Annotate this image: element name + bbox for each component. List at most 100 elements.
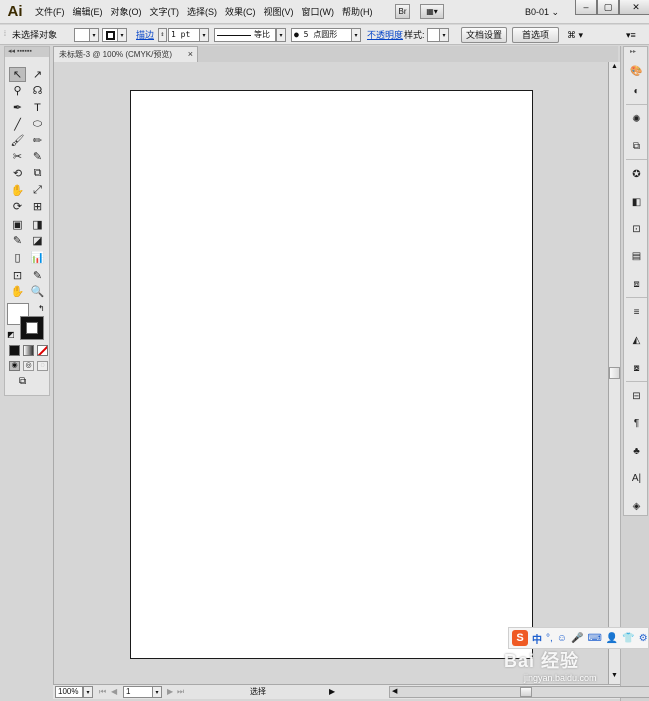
artboard-tool-icon[interactable]: ⊡ (9, 268, 26, 283)
swap-colors-icon[interactable]: ↰ (38, 304, 45, 313)
zoom-tool-icon[interactable]: 🔍 (29, 284, 46, 299)
column-graph-tool-icon[interactable]: 📊 (29, 250, 46, 265)
stroke-swatch[interactable] (102, 28, 118, 42)
stroke-weight-field[interactable]: 1 pt (168, 28, 200, 42)
pathfinder-panel-icon[interactable]: ⧈ (626, 274, 647, 294)
align-panel-icon[interactable]: ▤ (626, 246, 647, 266)
artboard[interactable] (130, 90, 533, 659)
none-mode-icon[interactable] (37, 345, 48, 356)
vertical-scroll-thumb[interactable] (609, 367, 620, 379)
stroke-weight-stepper[interactable]: ⇕ (158, 28, 167, 42)
horizontal-scroll-thumb[interactable] (520, 687, 532, 697)
workspace-switcher[interactable]: B0-01 ⌄ (525, 4, 559, 20)
brush-definition-field[interactable]: ● 5 点圆形 (291, 28, 352, 42)
control-bar-grip[interactable]: ⁞ (4, 27, 6, 43)
default-colors-icon[interactable]: ◩ (7, 330, 15, 339)
swatches-panel-icon[interactable]: ✺ (626, 109, 647, 129)
bridge-icon[interactable]: Br (395, 4, 410, 19)
pencil-tool-icon[interactable]: ✏ (29, 133, 46, 148)
close-tab-icon[interactable]: × (188, 47, 193, 62)
gradient-tool-icon[interactable]: ◨ (29, 217, 46, 232)
gradient-panel-icon[interactable]: ◭ (626, 330, 647, 350)
blob-brush-tool-icon[interactable]: ✂ (9, 149, 26, 164)
panel-dock-grip[interactable]: ▸▸ (630, 48, 636, 55)
last-artboard-icon[interactable]: ⏭ (177, 686, 184, 698)
menu-type[interactable]: 文字(T) (146, 0, 184, 24)
brushes-panel-icon[interactable]: ⧉ (626, 136, 647, 156)
hand-tool-icon[interactable]: ✋ (9, 284, 26, 299)
first-artboard-icon[interactable]: ⏮ (99, 686, 106, 698)
stroke-dropdown[interactable]: ▾ (117, 28, 127, 42)
status-menu-arrow[interactable]: ▶ (329, 686, 335, 698)
artboard-number-field[interactable]: 1 (123, 686, 153, 698)
tools-panel-header[interactable]: ◂◂ ▪▪▪▪▪▪ (5, 47, 49, 57)
club-symbol-panel-icon[interactable]: ♣ (626, 441, 647, 461)
pen-tool-icon[interactable]: ✒ (9, 100, 26, 115)
symbols-panel-icon[interactable]: ✪ (626, 164, 647, 184)
layers-panel-icon[interactable]: ◈ (626, 496, 647, 516)
color-guide-panel-icon[interactable]: ◐ (626, 81, 647, 101)
rotate-tool-icon[interactable]: ⟲ (9, 166, 26, 181)
scroll-left-icon[interactable]: ◀ (392, 687, 397, 695)
symbol-sprayer-tool-icon[interactable]: ▯ (9, 250, 26, 265)
transparency-panel-icon[interactable]: ⧇ (626, 358, 647, 378)
eyedropper-tool-icon[interactable]: ✎ (9, 233, 26, 248)
scale-tool-icon[interactable]: ⧉ (29, 166, 46, 181)
draw-inside-icon[interactable]: ◌ (37, 361, 48, 371)
stroke-panel-icon[interactable]: ≡ (626, 302, 647, 322)
stroke-color-swatch[interactable] (20, 316, 44, 340)
mesh-tool-icon[interactable]: ▣ (9, 217, 26, 232)
menu-window[interactable]: 窗口(W) (298, 0, 339, 24)
direct-selection-tool-icon[interactable]: ↗ (29, 67, 46, 82)
paragraph-panel-icon[interactable]: ¶ (626, 413, 647, 433)
close-button[interactable]: ✕ (619, 0, 649, 15)
paintbrush-tool-icon[interactable]: 🖌 (9, 133, 26, 148)
screen-mode-icon[interactable]: ⧉ (19, 377, 35, 388)
shape-builder-tool-icon[interactable]: ⟳ (9, 199, 26, 214)
align-options-icon[interactable]: ⌘ ▾ (567, 27, 583, 43)
next-artboard-icon[interactable]: ▶ (167, 686, 173, 698)
vertical-scrollbar[interactable]: ▲ ▼ (608, 62, 620, 684)
brush-dropdown[interactable]: ▾ (351, 28, 361, 42)
color-panel-icon[interactable]: 🎨 (626, 61, 647, 81)
line-tool-icon[interactable]: ╱ (9, 117, 26, 132)
style-dropdown[interactable]: ▾ (439, 28, 449, 42)
stroke-link[interactable]: 描边 (136, 27, 154, 43)
draw-normal-icon[interactable]: ◉ (9, 361, 20, 371)
selection-tool-icon[interactable]: ↖ (9, 67, 26, 82)
canvas-area[interactable] (53, 62, 608, 684)
draw-behind-icon[interactable]: ◎ (23, 361, 34, 371)
opacity-link[interactable]: 不透明度 (367, 27, 403, 43)
eraser-tool-icon[interactable]: ✎ (29, 149, 46, 164)
menu-select[interactable]: 选择(S) (183, 0, 221, 24)
menu-view[interactable]: 视图(V) (260, 0, 298, 24)
preferences-button[interactable]: 首选项 (512, 27, 559, 43)
fill-swatch[interactable] (74, 28, 90, 42)
transform-panel-icon[interactable]: ⊡ (626, 219, 647, 239)
gradient-mode-icon[interactable] (23, 345, 34, 356)
color-mode-icon[interactable] (9, 345, 20, 356)
lasso-tool-icon[interactable]: ☊ (29, 83, 46, 98)
menu-help[interactable]: 帮助(H) (338, 0, 377, 24)
magic-wand-tool-icon[interactable]: ⚲ (9, 83, 26, 98)
ellipse-tool-icon[interactable]: ⬭ (29, 117, 46, 132)
artboard-dropdown[interactable]: ▾ (152, 686, 162, 698)
type-tool-icon[interactable]: T (29, 100, 46, 115)
document-tab[interactable]: 未标题-3 @ 100% (CMYK/预览) × (53, 46, 198, 62)
graphic-styles-panel-icon[interactable]: ◧ (626, 192, 647, 212)
free-transform-tool-icon[interactable]: ⤢ (29, 183, 46, 198)
slice-tool-icon[interactable]: ✎ (29, 268, 46, 283)
menu-object[interactable]: 对象(O) (107, 0, 146, 24)
menu-file[interactable]: 文件(F) (31, 0, 69, 24)
restore-button[interactable]: ▢ (597, 0, 619, 15)
scroll-up-icon[interactable]: ▲ (611, 63, 618, 70)
minimize-button[interactable]: – (575, 0, 597, 15)
horizontal-scrollbar[interactable]: ◀ ▶ (389, 686, 649, 698)
stroke-weight-dropdown[interactable]: ▾ (199, 28, 209, 42)
profile-dropdown[interactable]: ▾ (276, 28, 286, 42)
perspective-grid-tool-icon[interactable]: ⊞ (29, 199, 46, 214)
menu-edit[interactable]: 编辑(E) (69, 0, 107, 24)
panel-menu-icon[interactable]: ▾≡ (626, 27, 636, 43)
character-panel-icon[interactable]: A| (626, 468, 647, 488)
width-tool-icon[interactable]: ✋ (9, 183, 26, 198)
